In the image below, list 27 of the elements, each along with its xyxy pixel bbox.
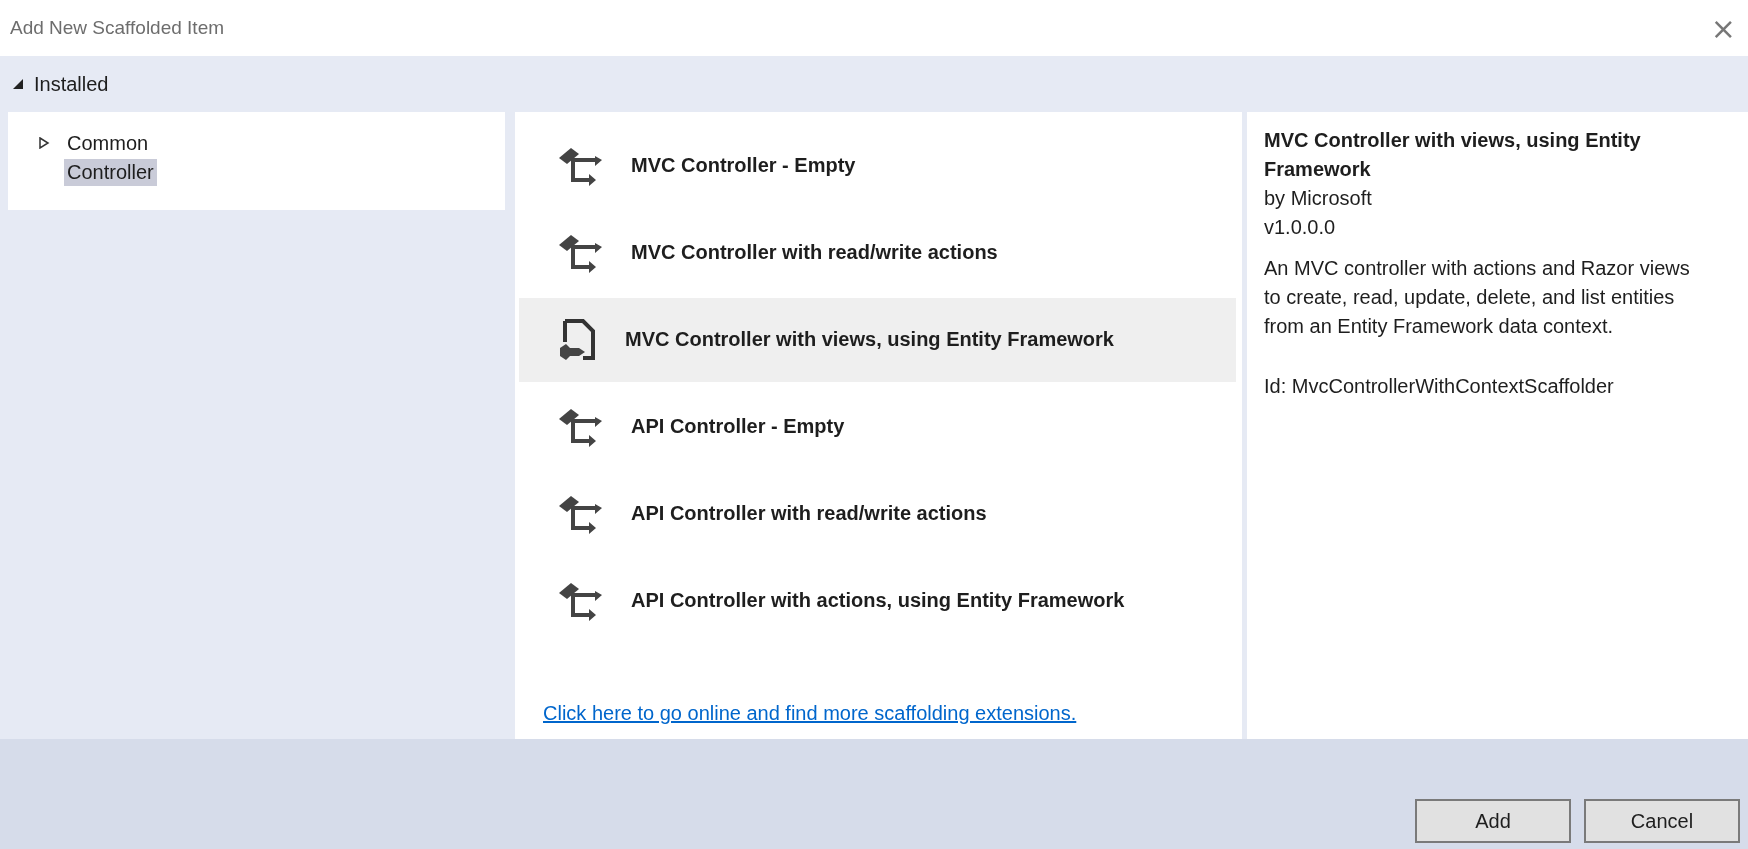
template-item[interactable]: MVC Controller with views, using Entity Framework	[519, 297, 1236, 382]
dialog-button[interactable]: Cancel	[1584, 799, 1740, 843]
details-author: by Microsoft	[1264, 185, 1373, 211]
template-name: MVC Controller - Empty	[631, 154, 856, 178]
template-name: MVC Controller with read/write actions	[631, 241, 998, 265]
dialog-button[interactable]: Add	[1415, 799, 1571, 843]
tree-item[interactable]: Common	[64, 129, 152, 157]
template-item[interactable]: MVC Controller with read/write actions	[519, 210, 1236, 295]
template-item[interactable]: MVC Controller - Empty	[519, 123, 1236, 208]
close-button[interactable]: ×	[1706, 10, 1740, 46]
template-name: MVC Controller with views, using Entity Framework	[625, 328, 1114, 352]
online-link[interactable]: Click here to go online and find more scaffolding extensions.	[543, 701, 1236, 725]
template-item[interactable]: API Controller with read/write actions	[519, 471, 1236, 556]
details-version: v1.0.0.0	[1264, 214, 1337, 240]
template-item[interactable]: API Controller - Empty	[519, 384, 1236, 469]
details-description: An MVC controller with actions and Razor views to create, read, update, delete, and list entities from an Entity Framework data context.	[1264, 255, 1691, 339]
expand-arrow-icon[interactable]	[38, 137, 50, 150]
expand-arrow-icon[interactable]	[12, 78, 24, 91]
template-name: API Controller - Empty	[631, 415, 845, 439]
template-item[interactable]: API Controller with actions, using Entity Framework	[519, 558, 1236, 643]
template-name: API Controller with read/write actions	[631, 502, 987, 526]
document-icon	[557, 317, 597, 362]
template-name: API Controller with actions, using Entity Framework	[631, 589, 1125, 613]
category-header[interactable]: Installed	[34, 72, 109, 96]
tree-item[interactable]: Controller	[64, 158, 157, 186]
window-title: Add New Scaffolded Item	[10, 17, 225, 40]
details-id: Id: MvcControllerWithContextScaffolder	[1264, 374, 1615, 398]
